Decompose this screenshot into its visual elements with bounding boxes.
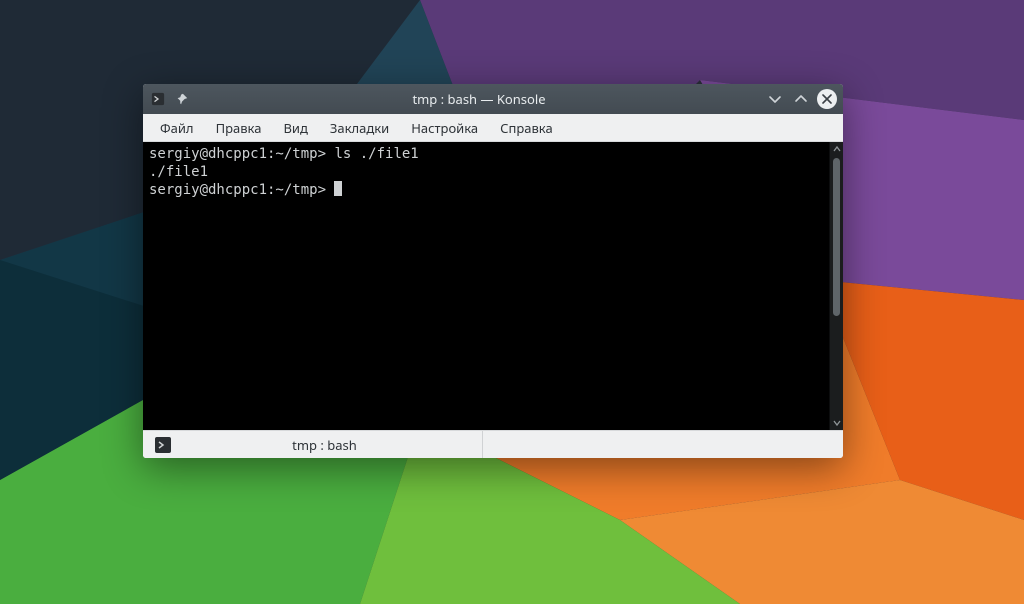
output-line: ./file1 <box>149 164 208 180</box>
minimize-button[interactable] <box>765 89 785 109</box>
tab-bar: tmp : bash <box>143 430 843 458</box>
close-button[interactable] <box>817 89 837 109</box>
terminal-container: sergiy@dhcppc1:~/tmp> ls ./file1 ./file1… <box>143 142 843 430</box>
menu-file[interactable]: Файл <box>151 116 203 140</box>
scroll-down-icon[interactable] <box>830 416 843 430</box>
maximize-button[interactable] <box>791 89 811 109</box>
konsole-window: tmp : bash — Konsole Файл Правка Вид Зак… <box>143 84 843 458</box>
scroll-thumb[interactable] <box>833 158 840 316</box>
prompt: sergiy@dhcppc1:~/tmp> <box>149 182 326 198</box>
window-title: tmp : bash — Konsole <box>199 90 759 108</box>
scrollbar[interactable] <box>829 142 843 430</box>
command-text: ls ./file1 <box>326 146 419 162</box>
terminal-icon <box>155 437 171 453</box>
scroll-up-icon[interactable] <box>830 142 843 156</box>
titlebar[interactable]: tmp : bash — Konsole <box>143 84 843 114</box>
tab-item[interactable]: tmp : bash <box>143 431 483 458</box>
cursor <box>334 181 342 196</box>
menu-bookmarks[interactable]: Закладки <box>321 116 398 140</box>
app-menu-icon[interactable] <box>147 88 169 110</box>
menu-settings[interactable]: Настройка <box>402 116 487 140</box>
titlebar-controls <box>765 89 837 109</box>
menubar: Файл Правка Вид Закладки Настройка Справ… <box>143 114 843 142</box>
titlebar-left <box>147 88 193 110</box>
menu-help[interactable]: Справка <box>491 116 562 140</box>
tab-label: tmp : bash <box>179 436 470 454</box>
pin-icon[interactable] <box>171 88 193 110</box>
menu-view[interactable]: Вид <box>274 116 316 140</box>
desktop: tmp : bash — Konsole Файл Правка Вид Зак… <box>0 0 1024 604</box>
prompt: sergiy@dhcppc1:~/tmp> <box>149 146 326 162</box>
terminal[interactable]: sergiy@dhcppc1:~/tmp> ls ./file1 ./file1… <box>143 142 829 430</box>
menu-edit[interactable]: Правка <box>207 116 271 140</box>
